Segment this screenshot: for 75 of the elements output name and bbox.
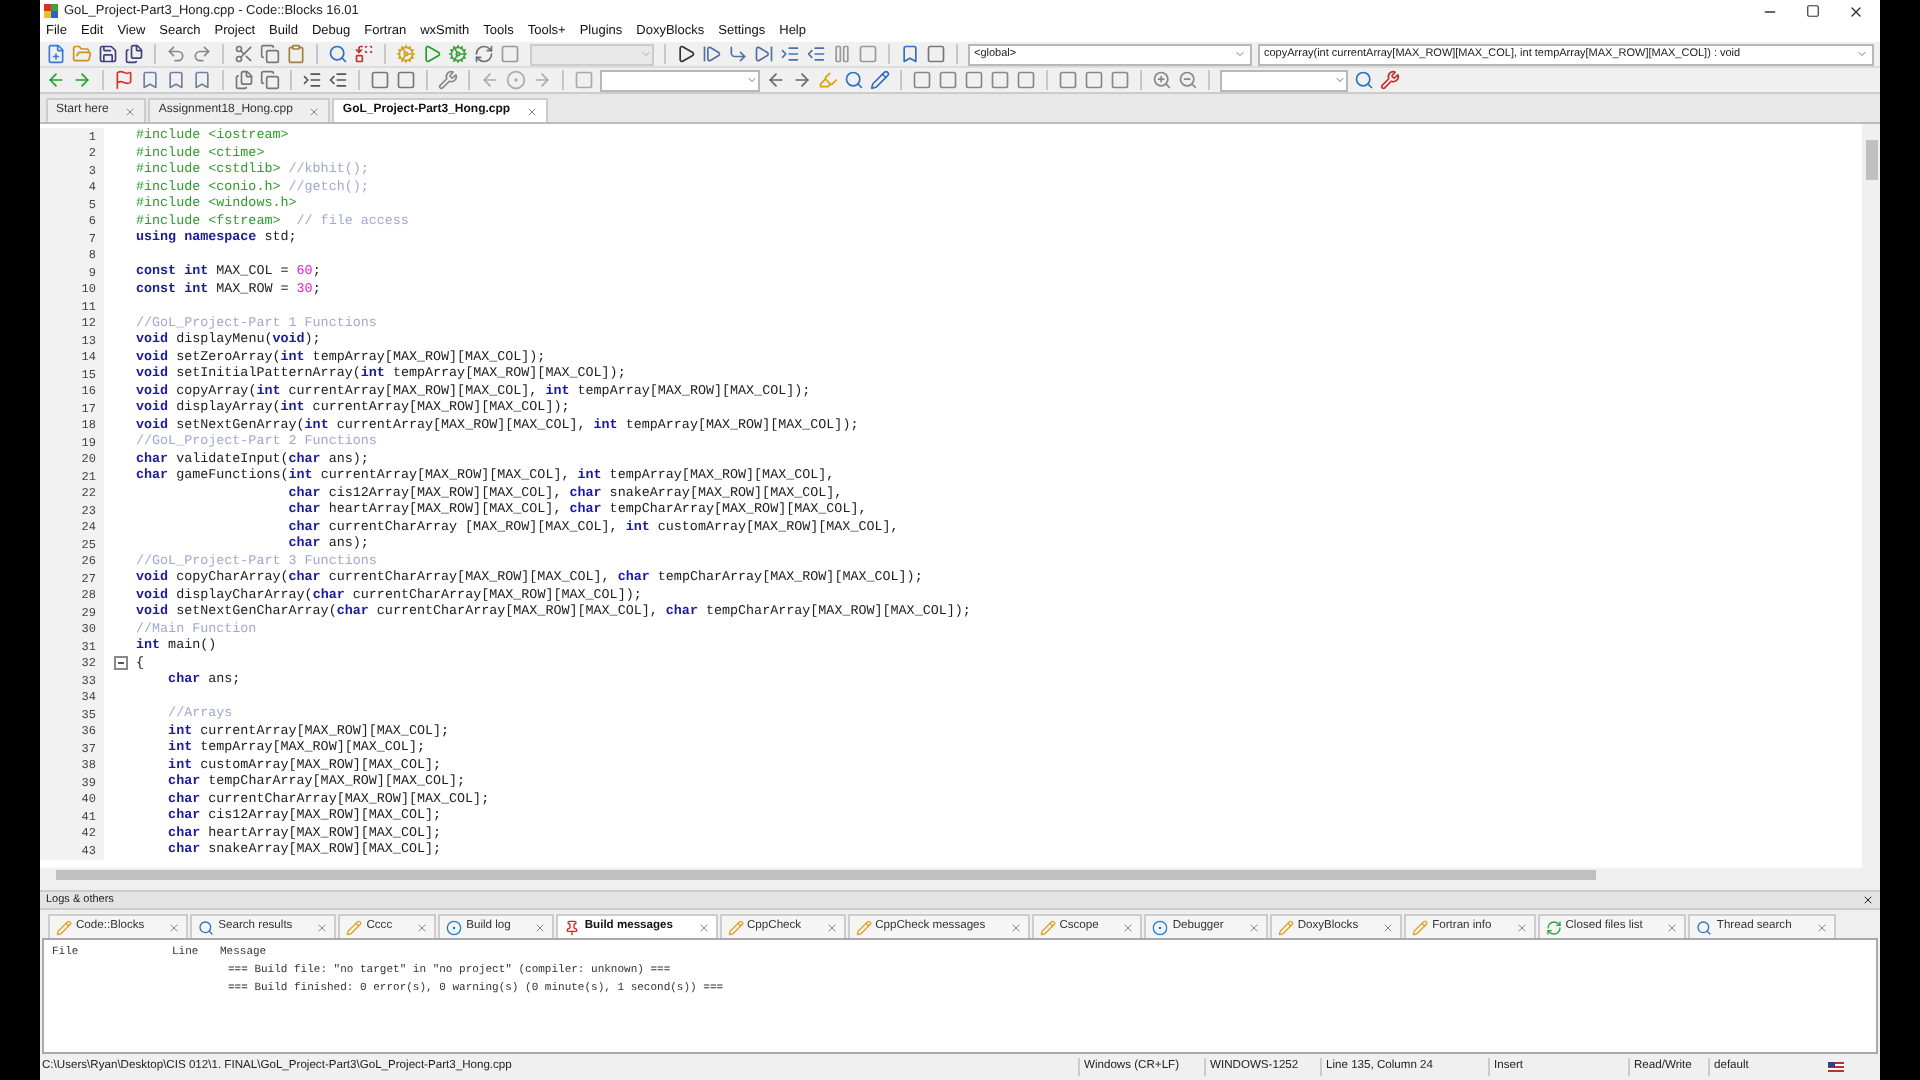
search-icon: [198, 919, 215, 935]
arrows-icon: [1545, 919, 1562, 935]
app-logo-icon: [44, 4, 58, 18]
arrow-icon[interactable]: [766, 70, 786, 90]
square-icon[interactable]: [938, 70, 958, 90]
wrench-icon[interactable]: [1380, 70, 1400, 90]
save-icon[interactable]: [98, 44, 118, 64]
pencil-icon: [1277, 919, 1294, 935]
step-over-icon[interactable]: [754, 44, 774, 64]
square-icon[interactable]: [370, 70, 390, 90]
stop-icon[interactable]: [858, 44, 878, 64]
copy-icon[interactable]: [260, 70, 280, 90]
cut-icon[interactable]: [234, 44, 254, 64]
chevron-icon[interactable]: [1234, 48, 1246, 60]
pause-icon[interactable]: [832, 44, 852, 64]
arrow-icon[interactable]: [792, 70, 812, 90]
dot-icon[interactable]: [506, 70, 526, 90]
code-editor[interactable]: [40, 122, 1880, 882]
square-icon[interactable]: [990, 70, 1010, 90]
copy-icon[interactable]: [260, 44, 280, 64]
chevron-icon[interactable]: [746, 74, 758, 86]
pencil-icon: [1412, 919, 1429, 935]
pencil-icon: [1039, 919, 1056, 935]
square-icon[interactable]: [574, 70, 594, 90]
paste-icon[interactable]: [286, 44, 306, 64]
bookmark-icon[interactable]: [900, 44, 920, 64]
square-icon[interactable]: [964, 70, 984, 90]
debug-play-icon[interactable]: [676, 44, 696, 64]
search-icon[interactable]: [328, 44, 348, 64]
gear-icon[interactable]: [448, 44, 468, 64]
step-into-icon[interactable]: [728, 44, 748, 64]
refresh-icon[interactable]: [474, 44, 494, 64]
horizontal-scrollbar[interactable]: [40, 868, 1862, 882]
stop-icon[interactable]: [500, 44, 520, 64]
square-icon[interactable]: [1084, 70, 1104, 90]
vertical-scrollbar[interactable]: [1862, 124, 1880, 882]
search-icon: [1696, 919, 1713, 935]
flag-icon: [1828, 1062, 1844, 1072]
files-icon[interactable]: [234, 70, 254, 90]
replace-icon[interactable]: [354, 44, 374, 64]
back-arrow-icon[interactable]: [46, 70, 66, 90]
close-icon[interactable]: [1862, 894, 1874, 906]
undo-icon[interactable]: [166, 44, 186, 64]
new-file-icon[interactable]: [46, 44, 66, 64]
pencil-icon: [346, 919, 363, 935]
close-icon[interactable]: [1848, 3, 1864, 19]
pencil-icon: [855, 919, 872, 935]
zoom-in-icon[interactable]: [1152, 70, 1172, 90]
outdent-icon[interactable]: [806, 44, 826, 64]
chevron-icon[interactable]: [1856, 48, 1868, 60]
play-icon[interactable]: [422, 44, 442, 64]
search-dropdown[interactable]: [1220, 69, 1348, 91]
indent-icon[interactable]: [780, 44, 800, 64]
square-icon[interactable]: [926, 44, 946, 64]
redo-icon[interactable]: [192, 44, 212, 64]
search-icon[interactable]: [844, 70, 864, 90]
flag-icon[interactable]: [114, 70, 134, 90]
pencil-icon: [56, 919, 72, 935]
square-icon[interactable]: [396, 70, 416, 90]
square-icon[interactable]: [1058, 70, 1078, 90]
save-all-icon[interactable]: [124, 44, 144, 64]
pencil-icon[interactable]: [870, 70, 890, 90]
maximize-icon[interactable]: [1806, 4, 1820, 18]
square-icon[interactable]: [912, 70, 932, 90]
square-icon[interactable]: [1110, 70, 1130, 90]
wrench-icon[interactable]: [438, 70, 458, 90]
zoom-out-icon[interactable]: [1178, 70, 1198, 90]
search-icon[interactable]: [1354, 70, 1374, 90]
square-icon[interactable]: [1016, 70, 1036, 90]
pin-icon: [564, 919, 581, 935]
step-icon[interactable]: [702, 44, 722, 64]
chevron-icon[interactable]: [1334, 74, 1346, 86]
gear-icon[interactable]: [396, 44, 416, 64]
fold-icon[interactable]: [113, 656, 127, 671]
pencil-icon: [727, 919, 743, 935]
